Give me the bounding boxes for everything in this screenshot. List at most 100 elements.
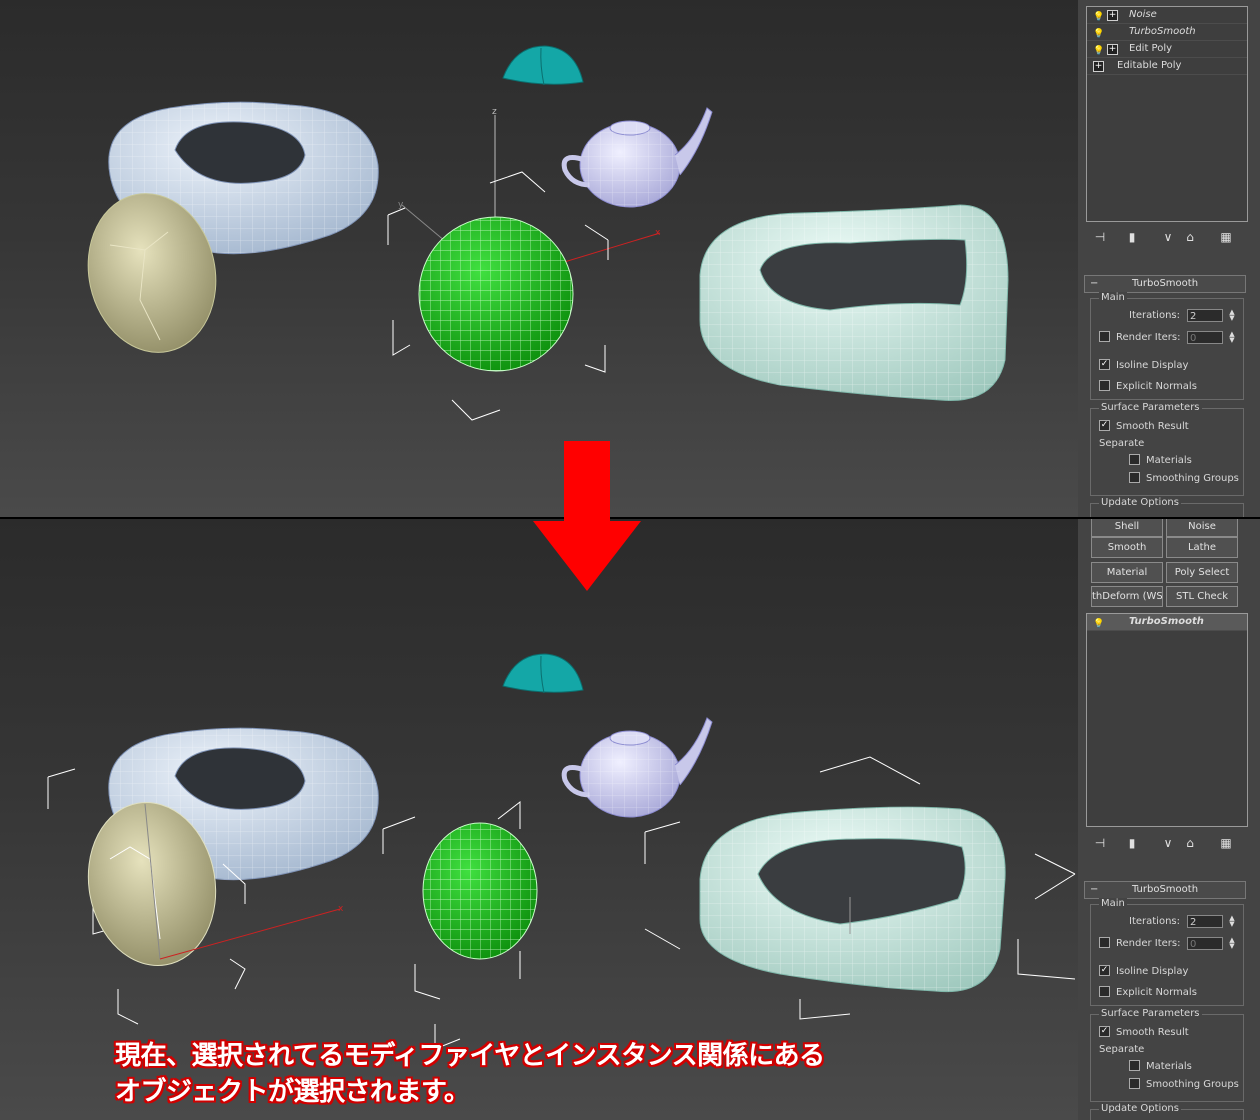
materials-row[interactable]: Materials	[1129, 1059, 1192, 1074]
expand-plus-icon[interactable]: +	[1107, 10, 1118, 21]
perspective-viewport-after[interactable]: x	[0, 519, 1078, 1120]
isoline-row[interactable]: ✓ Isoline Display	[1099, 964, 1189, 979]
show-end-result-icon[interactable]: ▮	[1124, 835, 1140, 851]
spinner-arrows-icon[interactable]: ▲ ▼	[1227, 309, 1237, 322]
group-title-update: Update Options	[1099, 497, 1181, 509]
smoothing-groups-row[interactable]: Smoothing Groups	[1129, 1077, 1239, 1092]
shell-button[interactable]: Shell	[1091, 519, 1163, 537]
box-torus-object[interactable]	[699, 204, 1009, 401]
smooth-button[interactable]: Smooth	[1091, 537, 1163, 558]
box-torus-object[interactable]	[699, 806, 1006, 993]
smooth-result-checkbox[interactable]: ✓	[1099, 419, 1110, 431]
make-unique-icon[interactable]: ∨	[1160, 229, 1176, 245]
material-button[interactable]: Material	[1091, 562, 1163, 583]
stack-toolbar: ⊣ ▮ ∨ ⌂ ▦	[1088, 229, 1248, 247]
turbosmooth-rollout-header[interactable]: − TurboSmooth	[1084, 881, 1246, 899]
svg-text:x: x	[655, 228, 661, 238]
pin-stack-icon[interactable]: ⊣	[1092, 835, 1108, 851]
isoline-checkbox[interactable]: ✓	[1099, 964, 1110, 976]
show-end-result-icon[interactable]: ▮	[1124, 229, 1140, 245]
iterations-label: Iterations:	[1129, 310, 1180, 321]
poly-select-button[interactable]: Poly Select	[1166, 562, 1238, 583]
remove-modifier-icon[interactable]: ⌂	[1182, 835, 1198, 851]
render-iters-spinner[interactable]: 0	[1187, 331, 1223, 344]
remove-modifier-icon[interactable]: ⌂	[1182, 229, 1198, 245]
isoline-label: Isoline Display	[1116, 360, 1189, 371]
pin-stack-icon[interactable]: ⊣	[1092, 229, 1108, 245]
iterations-label: Iterations:	[1129, 916, 1180, 927]
collapse-minus-icon[interactable]: −	[1090, 882, 1098, 898]
separate-label: Separate	[1099, 1044, 1145, 1055]
isoline-checkbox[interactable]: ✓	[1099, 358, 1110, 370]
stack-item-editable-poly[interactable]: + Editable Poly	[1087, 58, 1247, 75]
explicit-normals-row[interactable]: Explicit Normals	[1099, 985, 1197, 1000]
smoothing-groups-checkbox[interactable]	[1129, 471, 1140, 483]
render-iters-row[interactable]: Render Iters:	[1099, 330, 1181, 345]
teapot-object[interactable]	[561, 717, 713, 818]
modifier-stack-list[interactable]: 💡 + Noise 💡 TurboSmooth 💡 + Edit Poly + …	[1086, 6, 1248, 222]
svg-text:z: z	[492, 107, 497, 117]
dome-object[interactable]	[502, 653, 584, 694]
smoothing-groups-checkbox[interactable]	[1129, 1077, 1140, 1089]
smoothing-groups-row[interactable]: Smoothing Groups	[1129, 471, 1239, 486]
turbosmooth-rollout-header[interactable]: − TurboSmooth	[1084, 275, 1246, 293]
iterations-spinner[interactable]: 2	[1187, 915, 1223, 928]
scene-after: x	[47, 653, 1076, 1050]
stack-item-turbosmooth[interactable]: 💡 TurboSmooth	[1087, 614, 1247, 631]
materials-checkbox[interactable]	[1129, 1059, 1140, 1071]
stack-item-edit-poly[interactable]: 💡 + Edit Poly	[1087, 41, 1247, 58]
modifier-stack-list[interactable]: 💡 TurboSmooth	[1086, 613, 1248, 827]
render-iters-checkbox[interactable]	[1099, 330, 1110, 342]
caption-line-1: 現在、選択されてるモディファイヤとインスタンス関係にある	[115, 1041, 825, 1071]
command-panel-before: 💡 + Noise 💡 TurboSmooth 💡 + Edit Poly + …	[1078, 0, 1260, 517]
isoline-label: Isoline Display	[1116, 966, 1189, 977]
red-down-arrow	[533, 441, 641, 591]
surface-parameters-group: Surface Parameters ✓ Smooth Result Separa…	[1090, 402, 1244, 496]
group-title-surface: Surface Parameters	[1099, 1008, 1202, 1020]
scene-before: z x y	[87, 45, 1009, 421]
render-iters-spinner[interactable]: 0	[1187, 937, 1223, 950]
collapse-minus-icon[interactable]: −	[1090, 276, 1098, 292]
noise-button[interactable]: Noise	[1166, 519, 1238, 537]
materials-row[interactable]: Materials	[1129, 453, 1192, 468]
stack-item-turbosmooth[interactable]: 💡 TurboSmooth	[1087, 24, 1247, 41]
lightbulb-icon[interactable]: 💡	[1093, 43, 1104, 59]
explicit-normals-row[interactable]: Explicit Normals	[1099, 379, 1197, 394]
teapot-object[interactable]	[561, 107, 713, 208]
spinner-arrows-icon[interactable]: ▲ ▼	[1227, 937, 1237, 950]
explicit-normals-checkbox[interactable]	[1099, 985, 1110, 997]
smooth-result-row[interactable]: ✓ Smooth Result	[1099, 419, 1189, 434]
expand-plus-icon[interactable]: +	[1093, 61, 1104, 72]
command-panel-after: Shell Noise Smooth Lathe Material Poly S…	[1078, 519, 1260, 1120]
render-iters-row[interactable]: Render Iters:	[1099, 936, 1181, 951]
configure-modifier-sets-icon[interactable]: ▦	[1218, 835, 1234, 851]
dome-object[interactable]	[502, 45, 584, 86]
render-iters-label: Render Iters:	[1116, 332, 1181, 343]
sphere-object[interactable]	[418, 216, 574, 372]
spinner-arrows-icon[interactable]: ▲ ▼	[1227, 331, 1237, 344]
render-iters-checkbox[interactable]	[1099, 936, 1110, 948]
configure-modifier-sets-icon[interactable]: ▦	[1218, 229, 1234, 245]
expand-plus-icon[interactable]: +	[1107, 44, 1118, 55]
path-deform-button[interactable]: thDeform (WSI	[1091, 586, 1163, 607]
stl-check-button[interactable]: STL Check	[1166, 586, 1238, 607]
make-unique-icon[interactable]: ∨	[1160, 835, 1176, 851]
materials-checkbox[interactable]	[1129, 453, 1140, 465]
spinner-arrows-icon[interactable]: ▲ ▼	[1227, 915, 1237, 928]
sphere-object[interactable]	[422, 822, 538, 960]
explicit-normals-checkbox[interactable]	[1099, 379, 1110, 391]
iterations-spinner[interactable]: 2	[1187, 309, 1223, 322]
smooth-result-checkbox[interactable]: ✓	[1099, 1025, 1110, 1037]
lightbulb-icon[interactable]: 💡	[1093, 26, 1104, 42]
isoline-row[interactable]: ✓ Isoline Display	[1099, 358, 1189, 373]
lightbulb-icon[interactable]: 💡	[1093, 9, 1104, 25]
smooth-result-row[interactable]: ✓ Smooth Result	[1099, 1025, 1189, 1040]
stack-item-noise[interactable]: 💡 + Noise	[1087, 7, 1247, 24]
lathe-button[interactable]: Lathe	[1166, 537, 1238, 558]
perspective-viewport-before[interactable]: z x y	[0, 0, 1078, 517]
group-title-surface: Surface Parameters	[1099, 402, 1202, 414]
stack-item-label: TurboSmooth	[1129, 26, 1196, 37]
stack-item-label: Editable Poly	[1117, 60, 1182, 71]
caption-line-2: オブジェクトが選択されます。	[115, 1077, 470, 1107]
lightbulb-icon[interactable]: 💡	[1093, 616, 1104, 632]
